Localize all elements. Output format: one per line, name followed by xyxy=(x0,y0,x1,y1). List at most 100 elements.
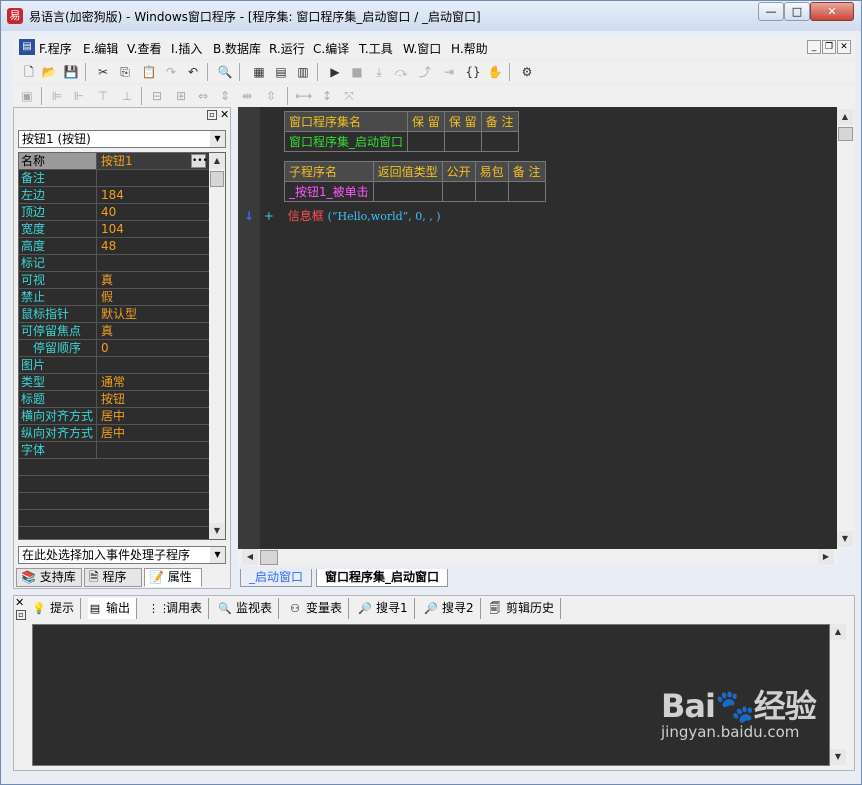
size-both-icon[interactable]: ⤧ xyxy=(341,88,357,104)
same-width-icon[interactable]: ⇔ xyxy=(195,88,211,104)
editor-vertical-scrollbar[interactable]: ▲ ▼ xyxy=(837,107,854,549)
panel-close-icon[interactable]: ✕ xyxy=(15,596,24,609)
property-value[interactable]: 104 xyxy=(99,221,209,237)
mdi-close-icon[interactable]: ✕ xyxy=(837,40,851,54)
new-file-icon[interactable]: 🗋 xyxy=(21,64,37,80)
size-height-icon[interactable]: ↕ xyxy=(319,88,335,104)
tab-search-2[interactable]: 🔎 搜寻2 xyxy=(424,598,481,619)
maximize-button[interactable]: □ xyxy=(784,2,810,21)
layout-3-icon[interactable]: ▥ xyxy=(295,64,311,80)
sub-cell[interactable] xyxy=(507,181,546,202)
assembly-name-cell[interactable]: 窗口程序集_启动窗口 xyxy=(283,131,409,152)
layout-2-icon[interactable]: ▤ xyxy=(273,64,289,80)
tab-properties[interactable]: 📝 属性 xyxy=(144,568,202,587)
menu-view[interactable]: V.查看 xyxy=(127,40,161,57)
step-over-icon[interactable]: ⤼ xyxy=(393,64,409,80)
property-row[interactable]: 标记 xyxy=(19,255,209,272)
scroll-up-icon[interactable]: ▲ xyxy=(830,624,846,640)
menu-run[interactable]: R.运行 xyxy=(269,40,305,57)
property-value[interactable]: 真 xyxy=(99,323,209,339)
scroll-left-icon[interactable]: ◀ xyxy=(242,549,258,565)
tab-search-1[interactable]: 🔎 搜寻1 xyxy=(358,598,415,619)
property-scrollbar[interactable]: ▲ ▼ xyxy=(209,153,225,539)
menu-window[interactable]: W.窗口 xyxy=(403,40,441,57)
step-into-icon[interactable]: ⤓ xyxy=(371,64,387,80)
layout-1-icon[interactable]: ▦ xyxy=(251,64,267,80)
sub-cell[interactable] xyxy=(441,181,476,202)
tab-output[interactable]: ▤ 输出 xyxy=(88,598,138,619)
scroll-down-icon[interactable]: ▼ xyxy=(830,749,846,765)
run-icon[interactable]: ▶ xyxy=(327,64,343,80)
ellipsis-button[interactable]: ••• xyxy=(191,154,208,168)
assembly-cell[interactable] xyxy=(407,131,445,152)
sub-cell[interactable] xyxy=(372,181,443,202)
tab-variables[interactable]: ⚇ 变量表 xyxy=(288,598,350,619)
space-horizontal-icon[interactable]: ⇹ xyxy=(239,88,255,104)
property-value[interactable] xyxy=(99,170,209,186)
property-value[interactable] xyxy=(99,357,209,373)
property-value[interactable]: 40 xyxy=(99,204,209,220)
save-icon[interactable]: 💾 xyxy=(63,64,79,80)
scroll-right-icon[interactable]: ▶ xyxy=(818,549,834,565)
pin-icon[interactable]: ▫ xyxy=(16,610,26,620)
minimize-button[interactable]: — xyxy=(758,2,784,21)
tab-assembly[interactable]: 窗口程序集_启动窗口 xyxy=(316,569,449,587)
property-value[interactable]: 48 xyxy=(99,238,209,254)
output-scrollbar[interactable]: ▲ ▼ xyxy=(830,624,847,766)
menu-insert[interactable]: I.插入 xyxy=(171,40,202,57)
paste-icon[interactable]: 📋 xyxy=(141,64,157,80)
tab-watch[interactable]: 🔍 监视表 xyxy=(218,598,280,619)
menu-program[interactable]: F.程序 xyxy=(39,40,72,57)
panel-close-icon[interactable]: ✕ xyxy=(220,108,229,121)
align-bottom-icon[interactable]: ⊥ xyxy=(119,88,135,104)
property-value[interactable]: 真 xyxy=(99,272,209,288)
braces-icon[interactable]: {} xyxy=(465,64,481,80)
mdi-minimize-icon[interactable]: _ xyxy=(807,40,821,54)
property-row[interactable]: 字体 xyxy=(19,442,209,459)
center-vertical-icon[interactable]: ⊞ xyxy=(173,88,189,104)
property-row[interactable]: 左边 184 xyxy=(19,187,209,204)
wizard-icon[interactable]: ⚙ xyxy=(519,64,535,80)
menu-help[interactable]: H.帮助 xyxy=(451,40,488,57)
find-icon[interactable]: 🔍 xyxy=(217,64,233,80)
scroll-thumb[interactable] xyxy=(838,127,853,141)
tab-library[interactable]: 📚 支持库 xyxy=(16,568,82,587)
redo-icon[interactable]: ↷ xyxy=(163,64,179,80)
property-row[interactable]: 纵向对齐方式 居中 xyxy=(19,425,209,442)
property-row[interactable]: 横向对齐方式 居中 xyxy=(19,408,209,425)
align-grid-icon[interactable]: ▣ xyxy=(19,88,35,104)
property-row[interactable]: 高度 48 xyxy=(19,238,209,255)
property-row[interactable]: 图片 xyxy=(19,357,209,374)
align-left-icon[interactable]: ⊫ xyxy=(49,88,65,104)
property-value[interactable] xyxy=(99,442,209,458)
code-line[interactable]: ↓ + 信息框 (“Hello,world”, 0, , ) xyxy=(244,207,441,224)
run-to-cursor-icon[interactable]: ⇥ xyxy=(441,64,457,80)
tab-tips[interactable]: 💡 提示 xyxy=(32,598,82,619)
code-editor[interactable]: 窗口程序集名 保 留 保 留 备 注 窗口程序集_启动窗口 子程序名 返回值类型… xyxy=(238,107,837,549)
editor-horizontal-scrollbar[interactable]: ◀ ▶ xyxy=(238,549,837,566)
scroll-down-icon[interactable]: ▼ xyxy=(837,531,853,547)
event-selector[interactable]: 在此处选择加入事件处理子程序 ▼ xyxy=(18,546,226,564)
align-top-icon[interactable]: ⊤ xyxy=(95,88,111,104)
scroll-thumb[interactable] xyxy=(260,550,278,565)
sub-name-cell[interactable]: _按钮1_被单击 xyxy=(284,181,374,202)
tab-clip-history[interactable]: 🗐 剪辑历史 xyxy=(488,598,562,619)
chevron-down-icon[interactable]: ▼ xyxy=(210,547,225,563)
property-value[interactable] xyxy=(99,255,209,271)
step-out-icon[interactable]: ⤴ xyxy=(417,64,433,80)
property-value[interactable]: 184 xyxy=(99,187,209,203)
property-row[interactable]: 名称 按钮1 ••• xyxy=(19,153,209,170)
stop-icon[interactable]: ■ xyxy=(349,64,365,80)
assembly-cell[interactable] xyxy=(443,131,482,152)
tab-program[interactable]: 🗎 程序 xyxy=(84,568,142,587)
tab-call-stack[interactable]: ⋮⋮调用表 xyxy=(148,598,210,619)
scroll-up-icon[interactable]: ▲ xyxy=(837,109,853,125)
sub-cell[interactable] xyxy=(474,181,509,202)
property-row[interactable]: 顶边 40 xyxy=(19,204,209,221)
copy-icon[interactable]: ⎘ xyxy=(117,64,133,80)
chevron-down-icon[interactable]: ▼ xyxy=(210,131,225,147)
property-value[interactable]: 假 xyxy=(99,289,209,305)
hand-icon[interactable]: ✋ xyxy=(487,64,503,80)
pin-icon[interactable]: ▫ xyxy=(207,110,217,120)
property-value[interactable]: 0 xyxy=(99,340,209,356)
